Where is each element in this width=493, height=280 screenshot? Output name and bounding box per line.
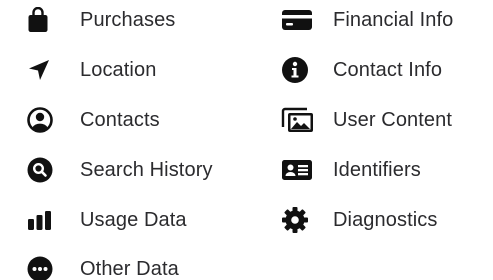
data-type-contact-info: Contact Info [281, 54, 442, 86]
gear-icon [281, 204, 315, 236]
ellipsis-circle-icon [27, 253, 61, 280]
data-type-label: Purchases [80, 8, 176, 31]
location-arrow-icon [27, 54, 61, 86]
data-type-location: Location [27, 54, 156, 86]
data-type-contacts: Contacts [27, 104, 160, 136]
credit-card-icon [281, 4, 315, 36]
data-type-label: Contact Info [333, 58, 443, 81]
bag-icon [27, 4, 61, 36]
info-circle-icon [281, 54, 315, 86]
data-type-identifiers: Identifiers [281, 154, 421, 186]
data-type-label: Usage Data [80, 208, 187, 231]
data-type-label: Location [80, 58, 157, 81]
data-type-label: Financial Info [333, 8, 454, 31]
photos-icon [281, 104, 315, 136]
data-type-label: Other Data [80, 257, 179, 280]
data-type-label: Contacts [80, 108, 160, 131]
id-card-icon [281, 154, 315, 186]
data-type-label: User Content [333, 108, 453, 131]
bar-chart-icon [27, 204, 61, 236]
data-type-label: Diagnostics [333, 208, 438, 231]
data-type-label: Search History [80, 158, 213, 181]
data-type-usage-data: Usage Data [27, 204, 187, 236]
data-type-user-content: User Content [281, 104, 452, 136]
person-circle-icon [27, 104, 61, 136]
privacy-data-types-grid: Purchases Location Contacts Search Histo… [0, 0, 493, 280]
data-type-search-history: Search History [27, 154, 213, 186]
data-type-diagnostics: Diagnostics [281, 204, 437, 236]
data-type-other-data: Other Data [27, 253, 179, 280]
data-type-label: Identifiers [333, 158, 421, 181]
data-type-purchases: Purchases [27, 4, 175, 36]
data-type-financial-info: Financial Info [281, 4, 453, 36]
magnifier-circle-icon [27, 154, 61, 186]
